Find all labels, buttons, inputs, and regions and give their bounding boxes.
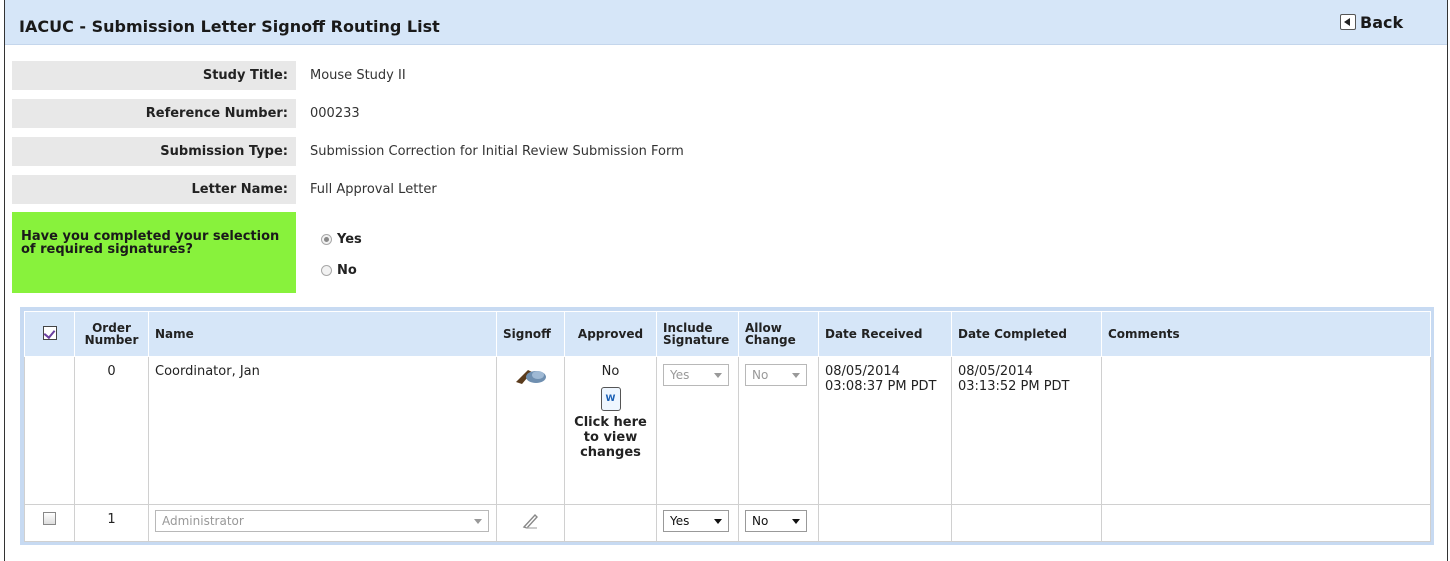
order-number-cell: 0: [74, 356, 149, 505]
col-signoff: Signoff: [496, 311, 565, 357]
name-select-placeholder: Administrator: [162, 514, 244, 528]
allow-change-value: No: [752, 368, 769, 382]
chevron-down-icon: [714, 518, 722, 524]
page-title: IACUC - Submission Letter Signoff Routin…: [19, 17, 440, 36]
chevron-down-icon: [474, 518, 482, 524]
col-date-received: Date Received: [818, 311, 952, 357]
radio-yes-indicator[interactable]: [321, 234, 332, 245]
allow-change-cell: No: [738, 504, 819, 542]
radio-no[interactable]: No: [321, 263, 357, 278]
date-completed-cell: [951, 504, 1102, 542]
info-row-study-title: Study Title: Mouse Study II: [12, 61, 1442, 90]
reference-number-label: Reference Number:: [12, 99, 296, 128]
date-completed-cell: 08/05/2014 03:13:52 PM PDT: [951, 356, 1102, 505]
info-row-letter-name: Letter Name: Full Approval Letter: [12, 175, 1442, 204]
col-order-number: Order Number: [74, 311, 149, 357]
signed-hand-icon: [514, 364, 548, 390]
view-changes-link[interactable]: Click here to view changes: [571, 415, 650, 460]
back-label: Back: [1360, 12, 1404, 32]
signoff-cell: [496, 356, 565, 505]
table-header-row: Order Number Name Signoff Approved Inclu…: [24, 311, 1431, 357]
row-select-cell: [24, 356, 75, 505]
reference-number-value: 000233: [310, 106, 360, 121]
include-signature-cell: Yes: [656, 356, 739, 505]
table-row: 1 Administrator Yes No: [24, 504, 1431, 542]
col-include-signature: Include Signature: [656, 311, 739, 357]
approved-value: No: [601, 364, 620, 379]
study-title-value: Mouse Study II: [310, 68, 406, 83]
submission-type-label: Submission Type:: [12, 137, 296, 166]
include-signature-select[interactable]: Yes: [663, 364, 729, 386]
order-number-cell: 1: [74, 504, 149, 542]
letter-name-label: Letter Name:: [12, 175, 296, 204]
radio-yes-label: Yes: [337, 232, 362, 247]
col-allow-change: Allow Change: [738, 311, 819, 357]
radio-no-label: No: [337, 263, 357, 278]
include-signature-select[interactable]: Yes: [663, 510, 729, 532]
select-all-header[interactable]: [24, 311, 75, 357]
radio-no-indicator[interactable]: [321, 265, 332, 276]
row-select-cell: [24, 504, 75, 542]
info-row-reference-number: Reference Number: 000233: [12, 99, 1442, 128]
unsigned-pen-icon: [521, 512, 541, 534]
col-comments: Comments: [1101, 311, 1431, 357]
allow-change-value: No: [752, 514, 769, 528]
comments-cell: [1101, 356, 1431, 505]
row-select-checkbox[interactable]: [43, 512, 56, 525]
allow-change-select[interactable]: No: [745, 510, 807, 532]
info-row-submission-type: Submission Type: Submission Correction f…: [12, 137, 1442, 166]
radio-yes[interactable]: Yes: [321, 232, 362, 247]
include-signature-value: Yes: [670, 514, 690, 528]
col-date-completed: Date Completed: [951, 311, 1102, 357]
table-row: 0 Coordinator, Jan No W Click here to vi…: [24, 356, 1431, 505]
study-title-label: Study Title:: [12, 61, 296, 90]
chevron-down-icon: [714, 372, 722, 378]
name-select[interactable]: Administrator: [155, 510, 489, 532]
back-arrow-icon: [1340, 14, 1356, 30]
col-approved: Approved: [564, 311, 657, 357]
routing-grid: Order Number Name Signoff Approved Inclu…: [20, 307, 1434, 545]
allow-change-select[interactable]: No: [745, 364, 807, 386]
include-signature-cell: Yes: [656, 504, 739, 542]
chevron-down-icon: [792, 372, 800, 378]
date-received-cell: 08/05/2014 03:08:37 PM PDT: [818, 356, 952, 505]
date-received-cell: [818, 504, 952, 542]
approved-cell: No W Click here to view changes: [564, 356, 657, 505]
signature-question: Have you completed your selection of req…: [12, 212, 296, 293]
include-signature-value: Yes: [670, 368, 690, 382]
routing-table: Order Number Name Signoff Approved Inclu…: [24, 311, 1431, 542]
name-cell: Administrator: [148, 504, 497, 542]
signoff-cell: [496, 504, 565, 542]
page-header: IACUC - Submission Letter Signoff Routin…: [5, 0, 1447, 45]
chevron-down-icon: [792, 518, 800, 524]
select-all-check-icon[interactable]: [42, 326, 57, 340]
word-document-icon[interactable]: W: [600, 387, 621, 411]
submission-type-value: Submission Correction for Initial Review…: [310, 144, 684, 159]
approved-cell: [564, 504, 657, 542]
back-button[interactable]: Back: [1340, 12, 1403, 32]
col-name: Name: [148, 311, 497, 357]
letter-name-value: Full Approval Letter: [310, 182, 437, 197]
allow-change-cell: No: [738, 356, 819, 505]
name-cell: Coordinator, Jan: [148, 356, 497, 505]
comments-cell: [1101, 504, 1431, 542]
